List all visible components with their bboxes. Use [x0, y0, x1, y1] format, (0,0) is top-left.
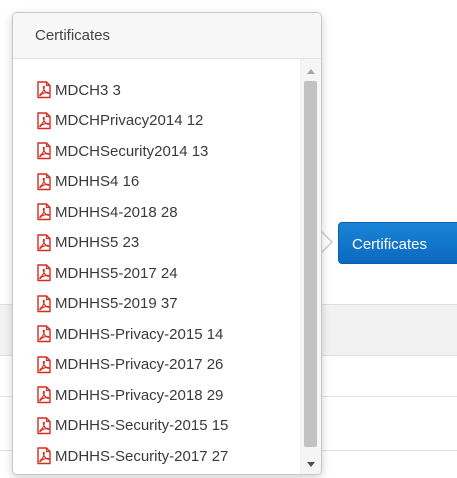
certificate-link[interactable]: MDHHS5-2017 24 — [35, 258, 301, 289]
certificate-link[interactable]: MDCHSecurity2014 13 — [35, 136, 301, 167]
certificate-label: MDHHS4 16 — [55, 173, 140, 191]
popover-body[interactable]: MDCH3 3 MDCHPrivacy2014 12 MDCHSecurity2… — [13, 59, 321, 474]
chevron-down-icon — [307, 461, 315, 467]
certificate-link[interactable]: MDHHS-Privacy-2015 14 — [35, 319, 301, 350]
certificate-link[interactable]: MDHHS4 16 — [35, 167, 301, 198]
pdf-icon — [37, 386, 51, 404]
certificate-link[interactable]: MDHHS5-2019 37 — [35, 289, 301, 320]
popover-title: Certificates — [13, 13, 321, 59]
certificate-link[interactable]: MDHHS-Privacy-2017 26 — [35, 350, 301, 381]
scroll-up-button[interactable] — [301, 63, 321, 79]
certificate-link[interactable]: MDCH3 3 — [35, 75, 301, 106]
certificate-label: MDCHPrivacy2014 12 — [55, 112, 204, 130]
certificate-link[interactable]: MDHHS5 23 — [35, 228, 301, 259]
certificate-label: MDHHS-Security-2015 15 — [55, 417, 229, 435]
certificate-label: MDHHS5 23 — [55, 234, 140, 252]
certificate-label: MDHHS5-2017 24 — [55, 264, 178, 282]
certificate-link[interactable]: MDHHS-Security-2015 15 — [35, 411, 301, 442]
certificate-label: MDHHS5-2019 37 — [55, 295, 178, 313]
chevron-up-icon — [307, 68, 315, 74]
certificate-link[interactable]: MDHHS-Security-2017 27 — [35, 441, 301, 472]
pdf-icon — [37, 203, 51, 221]
certificate-label: MDHHS-Privacy-2018 29 — [55, 386, 224, 404]
pdf-icon — [37, 325, 51, 343]
certificate-label: MDHHS-Privacy-2015 14 — [55, 325, 224, 343]
certificate-label: MDHHS-Privacy-2017 26 — [55, 356, 224, 374]
certificates-button[interactable]: Certificates — [338, 222, 457, 264]
scrollbar[interactable] — [300, 59, 321, 474]
pdf-icon — [37, 356, 51, 373]
pdf-icon — [37, 264, 51, 282]
scroll-thumb[interactable] — [304, 81, 317, 447]
scroll-down-button[interactable] — [301, 456, 321, 472]
pdf-icon — [37, 417, 51, 434]
pdf-icon — [37, 295, 51, 312]
certificate-list: MDCH3 3 MDCHPrivacy2014 12 MDCHSecurity2… — [13, 59, 301, 472]
certificate-link[interactable]: MDHHS-Privacy-2018 29 — [35, 380, 301, 411]
certificate-label: MDCH3 3 — [55, 81, 121, 99]
certificate-link[interactable]: MDHHS4-2018 28 — [35, 197, 301, 228]
pdf-icon — [37, 142, 51, 160]
pdf-icon — [37, 81, 51, 99]
certificate-link[interactable]: MDCHPrivacy2014 12 — [35, 106, 301, 137]
certificate-label: MDHHS-Security-2017 27 — [55, 447, 229, 465]
page: Certificates Certificates MDCH3 3 MDCHPr… — [0, 0, 457, 478]
pdf-icon — [37, 234, 51, 251]
pdf-icon — [37, 112, 51, 129]
certificate-label: MDCHSecurity2014 13 — [55, 142, 209, 160]
certificates-popover: Certificates MDCH3 3 MDCHPrivacy2014 12 … — [12, 12, 322, 475]
certificate-label: MDHHS4-2018 28 — [55, 203, 178, 221]
pdf-icon — [37, 173, 51, 190]
pdf-icon — [37, 447, 51, 465]
